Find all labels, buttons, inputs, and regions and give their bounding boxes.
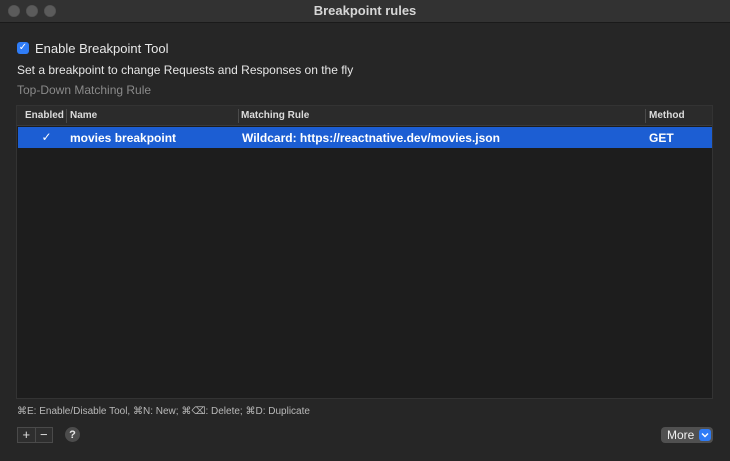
column-header-matching-rule[interactable]: Matching Rule: [241, 110, 309, 121]
checkmark-icon: ✓: [41, 129, 52, 144]
enable-checkbox[interactable]: ✓: [17, 42, 29, 54]
enable-breakpoint-tool-toggle[interactable]: ✓ Enable Breakpoint Tool: [17, 40, 168, 56]
window-title: Breakpoint rules: [313, 3, 417, 18]
more-button-label: More: [667, 428, 695, 442]
row-method: GET: [649, 131, 674, 145]
column-header-name[interactable]: Name: [70, 110, 97, 121]
breakpoint-rules-window: Breakpoint rules ✓ Enable Breakpoint Too…: [0, 0, 730, 461]
row-enabled-checkbox[interactable]: ✓: [40, 129, 53, 144]
title-bar: Breakpoint rules: [0, 0, 730, 23]
row-matching-rule: Wildcard: https://reactnative.dev/movies…: [242, 131, 500, 145]
column-separator[interactable]: [645, 109, 646, 123]
row-name: movies breakpoint: [70, 131, 177, 145]
rules-table: Enabled Name Matching Rule Method ✓ movi…: [16, 105, 713, 399]
section-title: Top-Down Matching Rule: [17, 83, 152, 97]
more-popup-button[interactable]: More: [661, 427, 713, 443]
column-header-enabled[interactable]: Enabled: [25, 110, 64, 121]
table-header: Enabled Name Matching Rule Method: [17, 106, 712, 126]
enable-checkbox-label: Enable Breakpoint Tool: [35, 40, 169, 56]
column-header-method[interactable]: Method: [649, 110, 685, 121]
chevron-down-icon: [699, 429, 711, 441]
add-rule-button[interactable]: +: [18, 428, 35, 442]
checkmark-icon: ✓: [18, 42, 28, 53]
table-row[interactable]: ✓ movies breakpoint Wildcard: https://re…: [18, 127, 712, 148]
remove-rule-button[interactable]: −: [35, 428, 52, 442]
help-icon[interactable]: ?: [65, 427, 80, 442]
column-separator[interactable]: [66, 109, 67, 123]
add-remove-control: + −: [17, 427, 53, 443]
keyboard-shortcuts-hint: ⌘E: Enable/Disable Tool, ⌘N: New; ⌘⌫: De…: [17, 406, 310, 417]
description-text: Set a breakpoint to change Requests and …: [17, 63, 354, 77]
column-separator[interactable]: [238, 109, 239, 123]
